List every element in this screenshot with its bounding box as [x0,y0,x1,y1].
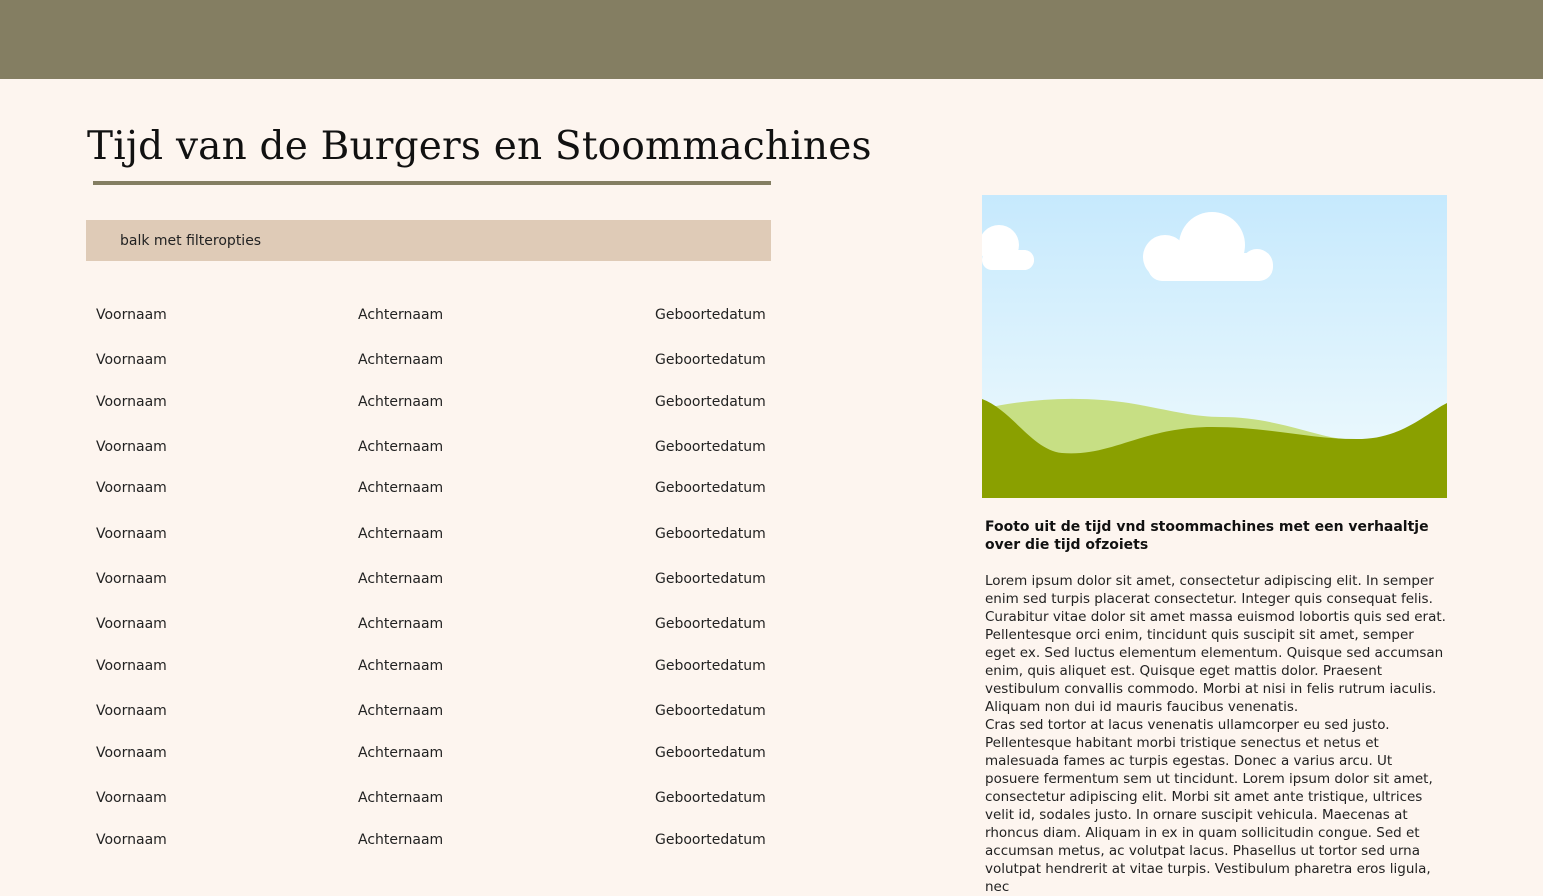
first-name: Voornaam [96,790,167,806]
last-name: Achternaam [358,703,444,719]
person-row[interactable]: Voornaam Achternaam Geboortedatum [96,307,796,327]
person-row[interactable]: Voornaam Achternaam Geboortedatum [96,352,796,372]
first-name: Voornaam [96,480,167,496]
first-name: Voornaam [96,571,167,587]
story-paragraph: Lorem ipsum dolor sit amet, consectetur … [985,573,1446,715]
filter-bar-label: balk met filteropties [120,233,262,249]
first-name: Voornaam [96,439,167,455]
first-name: Voornaam [96,352,167,368]
birth-date: Geboortedatum [655,745,766,761]
landscape-placeholder-icon [982,195,1447,498]
last-name: Achternaam [358,832,444,848]
person-row[interactable]: Voornaam Achternaam Geboortedatum [96,832,796,852]
image-caption: Footo uit de tijd vnd stoommachines met … [985,519,1429,553]
birth-date: Geboortedatum [655,526,766,542]
birth-date: Geboortedatum [655,394,766,410]
last-name: Achternaam [358,571,444,587]
birth-date: Geboortedatum [655,352,766,368]
person-row[interactable]: Voornaam Achternaam Geboortedatum [96,790,796,810]
birth-date: Geboortedatum [655,616,766,632]
birth-date: Geboortedatum [655,307,766,323]
birth-date: Geboortedatum [655,703,766,719]
birth-date: Geboortedatum [655,790,766,806]
person-row[interactable]: Voornaam Achternaam Geboortedatum [96,394,796,414]
person-row[interactable]: Voornaam Achternaam Geboortedatum [96,703,796,723]
first-name: Voornaam [96,526,167,542]
birth-date: Geboortedatum [655,571,766,587]
first-name: Voornaam [96,307,167,323]
last-name: Achternaam [358,439,444,455]
last-name: Achternaam [358,616,444,632]
header-bar [0,0,1543,79]
last-name: Achternaam [358,658,444,674]
person-row[interactable]: Voornaam Achternaam Geboortedatum [96,526,796,546]
first-name: Voornaam [96,745,167,761]
last-name: Achternaam [358,480,444,496]
story-paragraph: Cras sed tortor at lacus venenatis ullam… [985,717,1433,895]
person-row[interactable]: Voornaam Achternaam Geboortedatum [96,439,796,459]
last-name: Achternaam [358,745,444,761]
person-row[interactable]: Voornaam Achternaam Geboortedatum [96,658,796,678]
first-name: Voornaam [96,394,167,410]
last-name: Achternaam [358,790,444,806]
birth-date: Geboortedatum [655,480,766,496]
story-text: Lorem ipsum dolor sit amet, consectetur … [985,572,1447,896]
last-name: Achternaam [358,526,444,542]
person-row[interactable]: Voornaam Achternaam Geboortedatum [96,616,796,636]
person-row[interactable]: Voornaam Achternaam Geboortedatum [96,571,796,591]
first-name: Voornaam [96,616,167,632]
birth-date: Geboortedatum [655,439,766,455]
first-name: Voornaam [96,658,167,674]
person-row[interactable]: Voornaam Achternaam Geboortedatum [96,745,796,765]
page-title: Tijd van de Burgers en Stoommachines [87,124,872,169]
first-name: Voornaam [96,703,167,719]
first-name: Voornaam [96,832,167,848]
filter-bar[interactable]: balk met filteropties [86,220,771,261]
title-underline [93,181,771,185]
last-name: Achternaam [358,394,444,410]
person-row[interactable]: Voornaam Achternaam Geboortedatum [96,480,796,500]
last-name: Achternaam [358,352,444,368]
birth-date: Geboortedatum [655,832,766,848]
birth-date: Geboortedatum [655,658,766,674]
last-name: Achternaam [358,307,444,323]
